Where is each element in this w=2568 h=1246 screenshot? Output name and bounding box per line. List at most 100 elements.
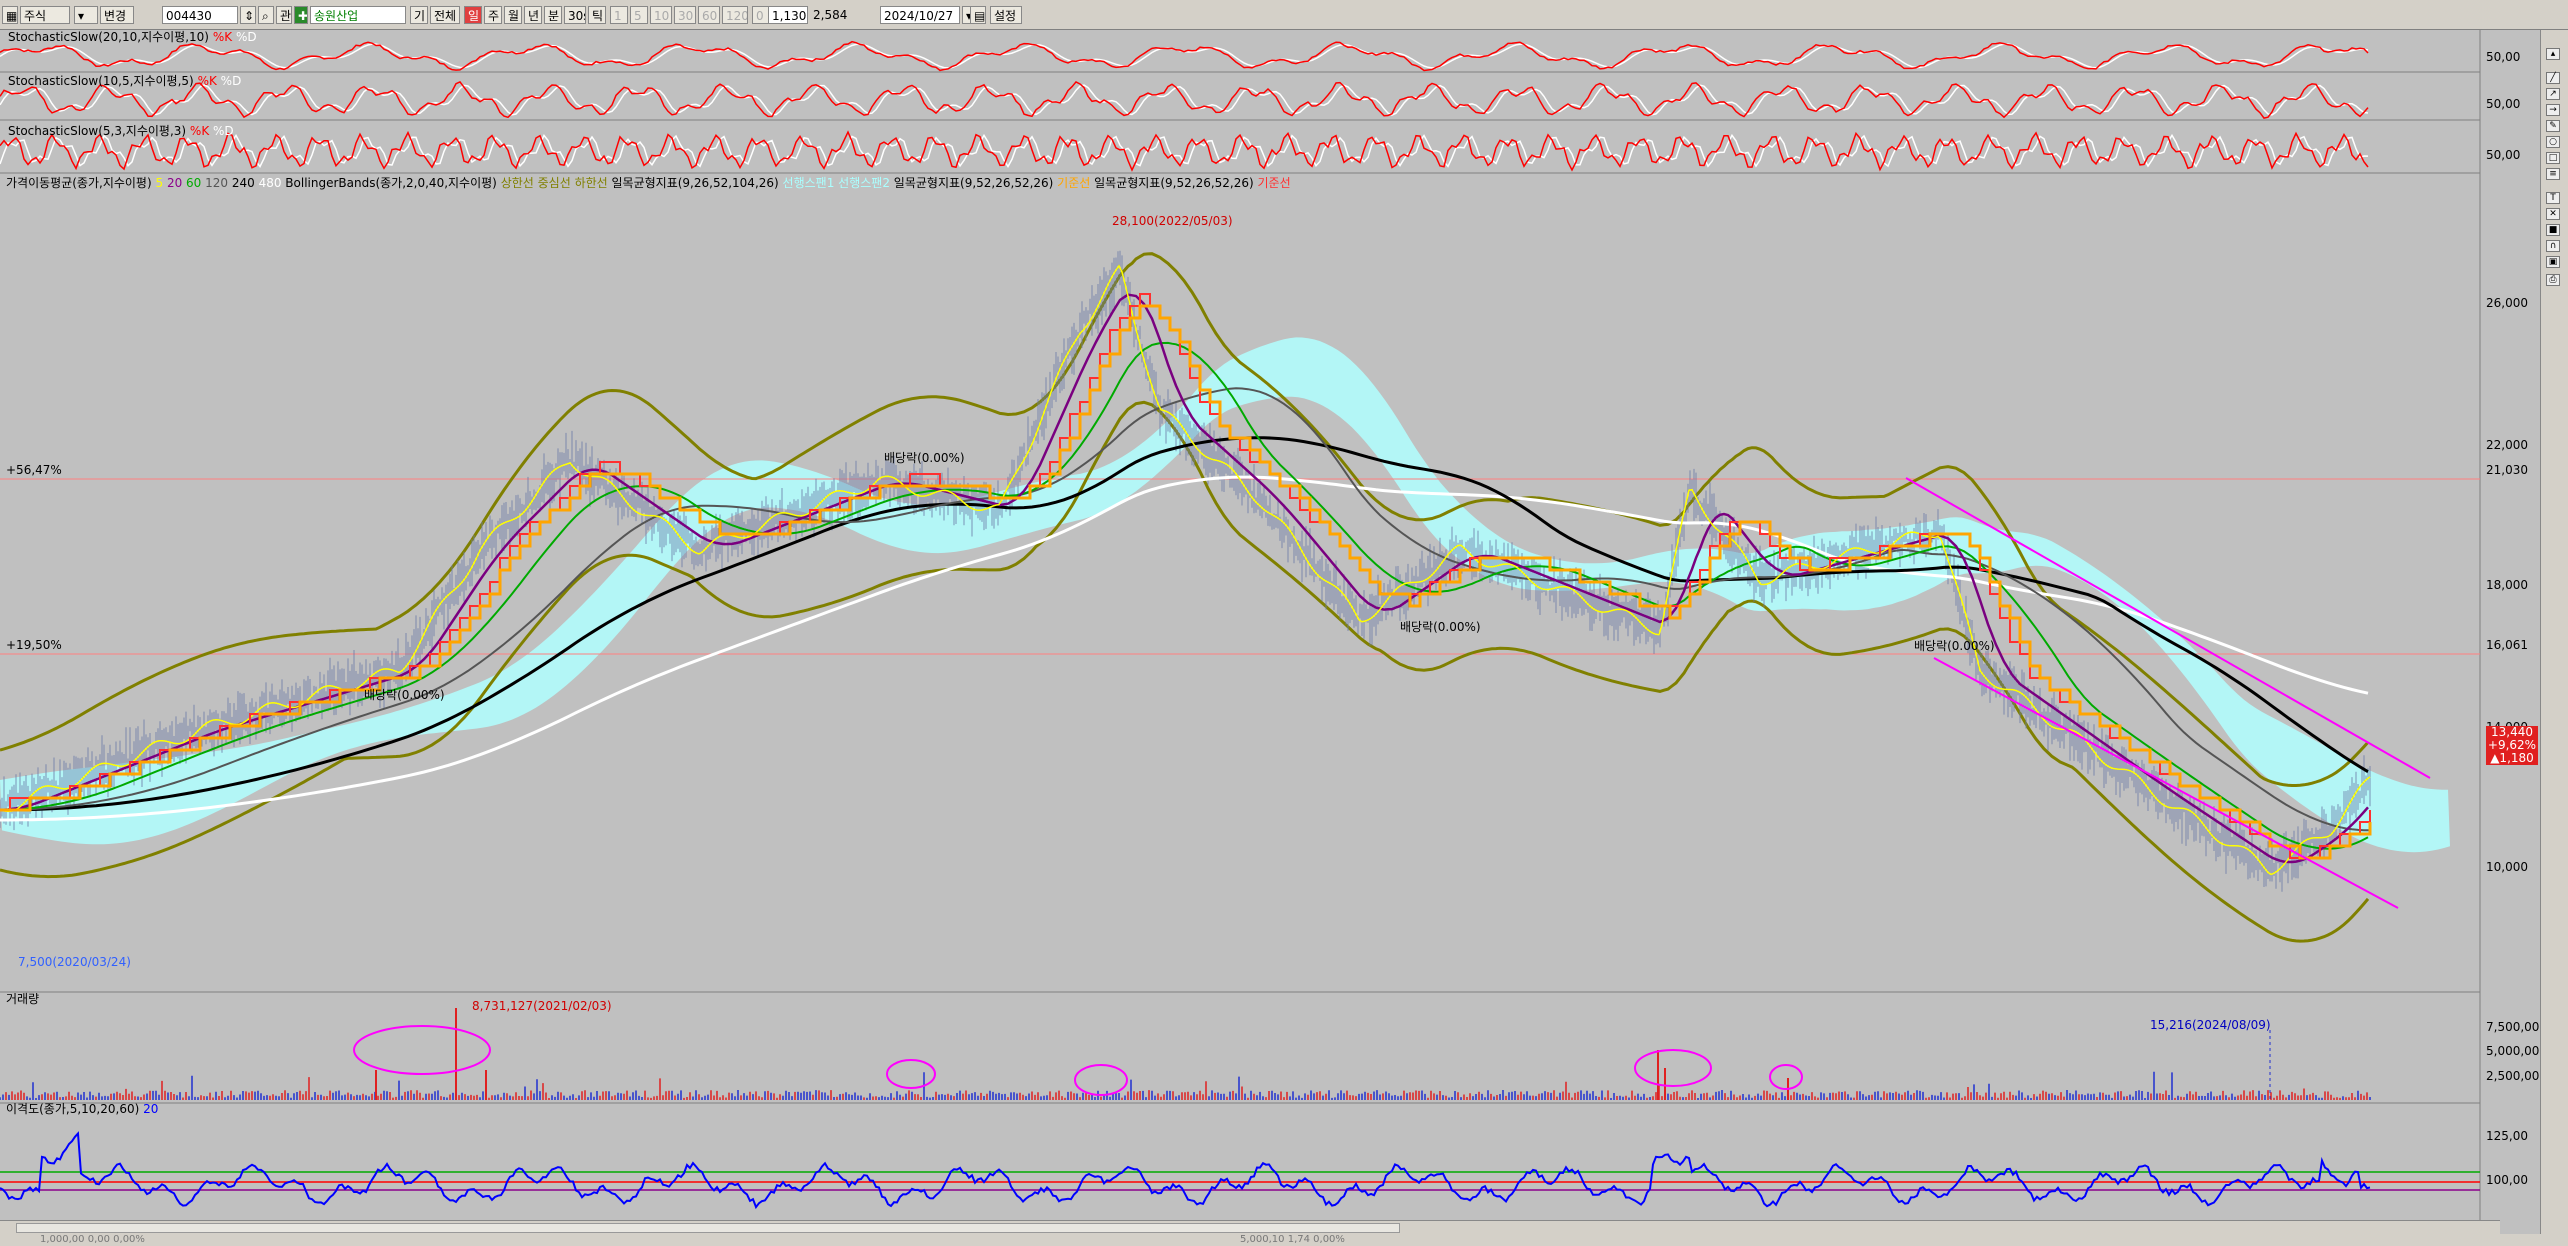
change-button[interactable]: 변경 bbox=[100, 6, 134, 24]
bollinger-upper bbox=[0, 252, 2370, 787]
magnet-tool-icon[interactable]: ∩ bbox=[2546, 240, 2560, 252]
stoch3-d-legend: %D bbox=[213, 124, 234, 138]
hline-top-pct: +56,47% bbox=[6, 463, 62, 477]
lookup-button[interactable]: 관 bbox=[276, 6, 292, 24]
refresh-icon[interactable]: ▾ bbox=[74, 6, 98, 24]
current-price-tag: 13,440 +9,62% ▲1,180 bbox=[2486, 726, 2538, 765]
stoch3-title-text: StochasticSlow(5,3,지수이평,3) bbox=[8, 124, 187, 138]
price-legend-item: 60 bbox=[186, 176, 206, 190]
minute-option-1[interactable]: 1 bbox=[610, 6, 628, 24]
volume-highlight-2 bbox=[1074, 1064, 1128, 1096]
export-tool-icon[interactable]: ⎙ bbox=[2546, 274, 2560, 286]
stoch2-d-legend: %D bbox=[220, 74, 242, 88]
scrollbar-thumb[interactable] bbox=[16, 1223, 1400, 1233]
drawing-tools-panel: ▴ ╱ ↗ → ✎ ○ □ ≡ T ✕ ■ ∩ ▣ ⎙ bbox=[2540, 30, 2568, 1236]
market-select[interactable]: 주식 bbox=[20, 6, 70, 24]
stoch3-k-legend: %K bbox=[189, 124, 210, 138]
calendar-icon[interactable]: ▤ bbox=[970, 6, 986, 24]
week-button[interactable]: 주 bbox=[484, 6, 502, 24]
price-legend-item: BollingerBands(종가,2,0,40,지수이평) bbox=[285, 176, 501, 190]
minute-button[interactable]: 분 bbox=[544, 6, 562, 24]
disparity-period: 20 bbox=[143, 1102, 159, 1116]
hline-mid-price: 16,061 bbox=[2486, 638, 2528, 652]
price-legend: 가격이동평균(종가,지수이평) 5 20 60 120 240 480 Boll… bbox=[6, 176, 1291, 190]
price-legend-item: 일목균형지표(9,26,52,104,26) bbox=[611, 176, 783, 190]
date-input[interactable]: 2024/10/27 bbox=[880, 6, 960, 24]
ray-tool-icon[interactable]: → bbox=[2546, 104, 2560, 116]
count-input[interactable]: 1,130 bbox=[768, 6, 808, 24]
price-axis-18000: 18,000 bbox=[2486, 578, 2528, 592]
volume-highlight-4 bbox=[1769, 1064, 1803, 1090]
save-tool-icon[interactable]: ▣ bbox=[2546, 256, 2560, 268]
minute-option-60[interactable]: 60 bbox=[698, 6, 720, 24]
year-button[interactable]: 년 bbox=[524, 6, 542, 24]
minute-option-120[interactable]: 120 bbox=[722, 6, 748, 24]
trend-tool-icon[interactable]: ↗ bbox=[2546, 88, 2560, 100]
disparity-axis-100: 100,00 bbox=[2486, 1173, 2528, 1187]
line-tool-icon[interactable]: ╱ bbox=[2546, 72, 2560, 84]
hline-mid-pct: +19,50% bbox=[6, 638, 62, 652]
volume-axis-2500000: 2,500,000 bbox=[2486, 1069, 2548, 1083]
stoch2-k-legend: %K bbox=[197, 74, 217, 88]
chart-toolbar: ▦ 주식 ▾ 변경 004430 ⇕ ⌕ 관 ✚ 송원산업 기 전체 일 주 월… bbox=[0, 0, 2568, 30]
ma240-line bbox=[0, 436, 2369, 812]
scroll-up-icon[interactable]: ▴ bbox=[2546, 48, 2560, 60]
period-button[interactable]: 기 bbox=[410, 6, 428, 24]
price-legend-item: 240 bbox=[231, 176, 259, 190]
text-tool-icon[interactable]: T bbox=[2546, 192, 2560, 204]
dividend-label-3: 배당락(0.00%) bbox=[1400, 620, 1481, 634]
volume-highlight-1 bbox=[886, 1059, 936, 1089]
min-price-label: 7,500(2020/03/24) bbox=[18, 955, 131, 969]
status-right: 5,000,10 1,74 0,00% bbox=[1240, 1234, 1345, 1245]
kijun-orange bbox=[0, 304, 2372, 860]
dividend-label-2: 배당락(0.00%) bbox=[364, 688, 445, 702]
chart-menu-icon[interactable]: ▦ bbox=[2, 6, 18, 24]
price-legend-item: 480 bbox=[258, 176, 286, 190]
price-legend-item: 일목균형지표(9,52,26,52,26) bbox=[1094, 176, 1258, 190]
stoch1-k-line bbox=[0, 40, 2369, 72]
minute-option-5[interactable]: 5 bbox=[630, 6, 648, 24]
price-axis-26000: 26,000 bbox=[2486, 296, 2528, 310]
max-price-label: 28,100(2022/05/03) bbox=[1112, 214, 1233, 228]
volume-axis-5000000: 5,000,000 bbox=[2486, 1044, 2548, 1058]
search-icon[interactable]: ⌕ bbox=[258, 6, 274, 24]
disparity-axis-125: 125,00 bbox=[2486, 1129, 2528, 1143]
spin-icon[interactable]: ⇕ bbox=[240, 6, 256, 24]
settings-button[interactable]: 설정 bbox=[990, 6, 1022, 24]
volume-highlight-3 bbox=[1634, 1049, 1712, 1087]
price-legend-item: 상한선 bbox=[500, 176, 538, 190]
rect-tool-icon[interactable]: □ bbox=[2546, 152, 2560, 164]
30s-button[interactable]: 30s bbox=[564, 6, 586, 24]
horizontal-scrollbar[interactable] bbox=[0, 1220, 2500, 1235]
stock-code-input[interactable]: 004430 bbox=[162, 6, 238, 24]
minute-option-30[interactable]: 30 bbox=[674, 6, 696, 24]
stoch2-axis: 50,00 bbox=[2486, 97, 2521, 111]
price-legend-item: 기준선 bbox=[1057, 176, 1095, 190]
hline-top-price: 21,030 bbox=[2486, 463, 2528, 477]
stoch1-d-line bbox=[0, 43, 2369, 69]
stoch3-k-line bbox=[0, 130, 2369, 172]
stoch1-d-legend: %D bbox=[235, 30, 257, 44]
fib-tool-icon[interactable]: ≡ bbox=[2546, 168, 2560, 180]
favorite-icon[interactable]: ✚ bbox=[294, 6, 308, 24]
pen-tool-icon[interactable]: ✎ bbox=[2546, 120, 2560, 132]
month-button[interactable]: 월 bbox=[504, 6, 522, 24]
volume-max-label: 8,731,127(2021/02/03) bbox=[472, 999, 612, 1013]
stoch1-k-legend: %K bbox=[212, 30, 233, 44]
price-legend-item: 선행스팬1 bbox=[782, 176, 839, 190]
channel-upper bbox=[1905, 477, 2431, 779]
stoch3-d-line bbox=[0, 133, 2369, 169]
price-legend-item: 선행스팬2 bbox=[838, 176, 894, 190]
stoch3-title: StochasticSlow(5,3,지수이평,3) %K %D bbox=[8, 124, 234, 138]
color-tool-icon[interactable]: ■ bbox=[2546, 224, 2560, 236]
day-button[interactable]: 일 bbox=[464, 6, 482, 24]
disparity-line bbox=[0, 1131, 2371, 1210]
all-button[interactable]: 전체 bbox=[430, 6, 460, 24]
price-legend-item: 일목균형지표(9,52,26,52,26) bbox=[893, 176, 1058, 190]
minute-option-10[interactable]: 10 bbox=[650, 6, 672, 24]
circle-tool-icon[interactable]: ○ bbox=[2546, 136, 2560, 148]
tick-button[interactable]: 틱 bbox=[588, 6, 606, 24]
delete-tool-icon[interactable]: ✕ bbox=[2546, 208, 2560, 220]
current-change: ▲1,180 bbox=[2490, 751, 2534, 765]
price-legend-item: 20 bbox=[166, 176, 187, 190]
